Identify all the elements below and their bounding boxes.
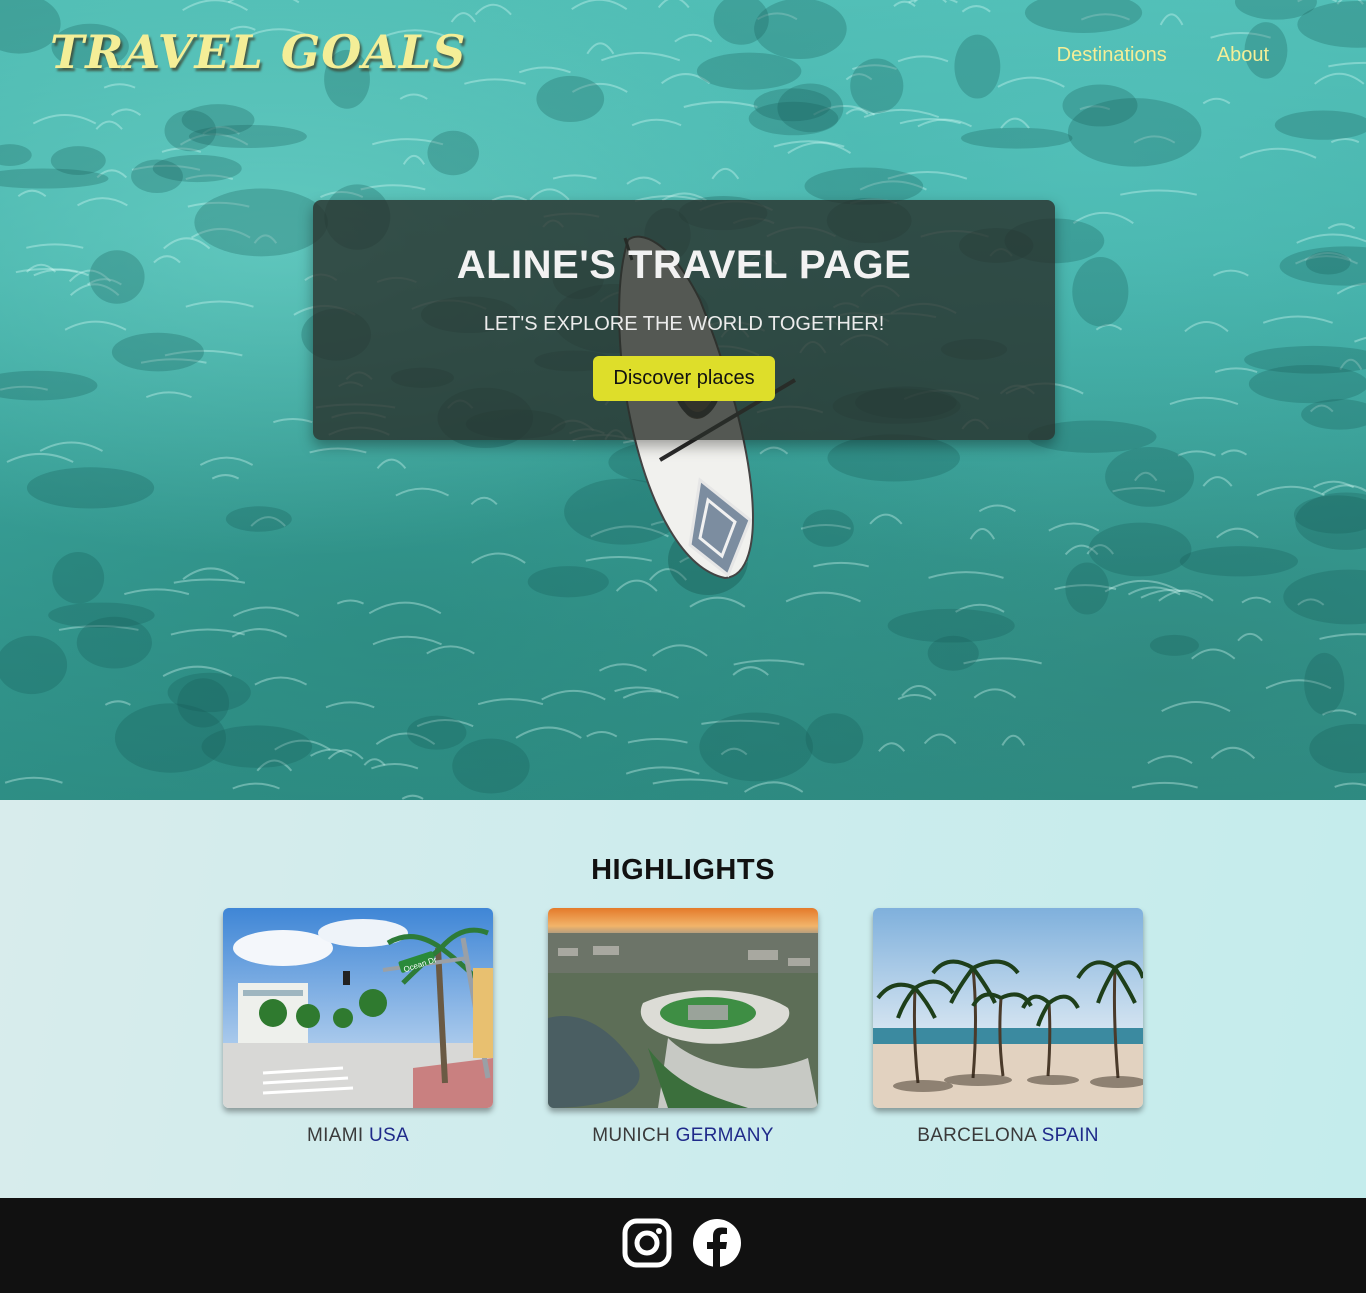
hero-subtitle: LET'S EXPLORE THE WORLD TOGETHER! xyxy=(483,313,885,335)
barcelona-photo[interactable] xyxy=(873,908,1143,1108)
country-name: SPAIN xyxy=(1041,1125,1099,1146)
munich-photo[interactable] xyxy=(548,908,818,1108)
facebook-icon[interactable] xyxy=(692,1218,742,1268)
hero-panel: ALINE'S TRAVEL PAGE LET'S EXPLORE THE WO… xyxy=(313,200,1055,440)
discover-places-button[interactable]: Discover places xyxy=(593,356,775,401)
site-footer xyxy=(0,1198,1366,1293)
hero-title: ALINE'S TRAVEL PAGE xyxy=(456,243,912,287)
nav-link-destinations[interactable]: Destinations xyxy=(1057,42,1167,68)
highlight-card-barcelona[interactable]: BARCELONA SPAIN xyxy=(873,908,1143,1147)
highlight-caption-barcelona: BARCELONA SPAIN xyxy=(873,1125,1143,1147)
city-name: BARCELONA xyxy=(917,1125,1037,1146)
highlight-caption-munich: MUNICH GERMANY xyxy=(548,1125,818,1147)
city-name: MIAMI xyxy=(307,1125,364,1146)
hero-section: TRAVEL GOALS Destinations About ALINE'S … xyxy=(0,0,1366,800)
highlight-caption-miami: MIAMI USA xyxy=(223,1125,493,1147)
country-name: GERMANY xyxy=(675,1125,774,1146)
highlight-card-miami[interactable]: Ocean Dr MIAMI USA xyxy=(223,908,493,1147)
country-name: USA xyxy=(369,1125,409,1146)
highlight-card-munich[interactable]: MUNICH GERMANY xyxy=(548,908,818,1147)
main-nav: Destinations About xyxy=(1057,42,1269,68)
instagram-icon[interactable] xyxy=(622,1218,672,1268)
site-logo[interactable]: TRAVEL GOALS xyxy=(50,22,467,82)
highlights-section: HIGHLIGHTS Ocean Dr MIAMI USA MUNICH GER… xyxy=(0,800,1366,1198)
nav-link-about[interactable]: About xyxy=(1217,42,1269,68)
highlights-heading: HIGHLIGHTS xyxy=(591,854,775,886)
social-links xyxy=(622,1218,742,1268)
miami-photo[interactable]: Ocean Dr xyxy=(223,908,493,1108)
city-name: MUNICH xyxy=(592,1125,671,1146)
